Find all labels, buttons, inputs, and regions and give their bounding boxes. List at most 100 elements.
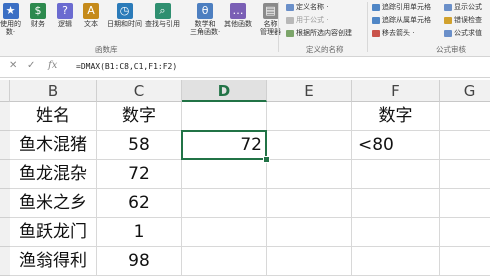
- cell-d5[interactable]: [182, 218, 267, 247]
- cell-value: <80: [358, 135, 394, 155]
- lookup-reference-button[interactable]: ⌕ 查找与引用: [145, 3, 180, 28]
- column-header-b[interactable]: B: [10, 80, 97, 102]
- error-check-icon: [444, 16, 452, 24]
- cell-value: 鱼跃龙门: [19, 222, 87, 242]
- ribbon: ★ 使用的 数· $ 财务? 逻辑 A 文本 ◷ 日期和时间 ⌕ 查找与引用 θ 数学和 三角函数·… 其他函…: [0, 0, 490, 57]
- remove-arrows-button[interactable]: 移去箭头 ·: [372, 28, 414, 38]
- fill-handle[interactable]: [263, 156, 270, 163]
- cell-c1[interactable]: 数字: [97, 102, 182, 131]
- group-label-function-library: 函数库: [95, 45, 118, 54]
- text-button[interactable]: A 文本: [83, 3, 99, 28]
- cell-value: 1: [133, 222, 145, 242]
- cell-b5[interactable]: 鱼跃龙门: [10, 218, 97, 247]
- trace-precedents-button[interactable]: 追踪引用单元格: [372, 2, 431, 12]
- recently-used-button[interactable]: ★ 使用的 数·: [0, 3, 21, 36]
- column-header-f[interactable]: F: [352, 80, 440, 102]
- use-in-formula-button[interactable]: 用于公式 ·: [286, 15, 328, 25]
- trace-arrow-icon: [372, 16, 380, 24]
- formula-icon: [286, 16, 294, 24]
- cell-g1[interactable]: [440, 102, 490, 131]
- cell-f3[interactable]: [352, 160, 440, 189]
- cell-e4[interactable]: [267, 189, 352, 218]
- cell-f5[interactable]: [352, 218, 440, 247]
- cell-b1[interactable]: 姓名: [10, 102, 97, 131]
- cell-e3[interactable]: [267, 160, 352, 189]
- math-trig-button[interactable]: θ 数学和 三角函数·: [190, 3, 220, 36]
- check-icon[interactable]: ✓: [27, 60, 35, 71]
- more-functions-icon: …: [230, 3, 246, 19]
- cell-e6[interactable]: [267, 247, 352, 276]
- cell-value: 72: [240, 135, 262, 155]
- column-header-c[interactable]: C: [97, 80, 182, 102]
- cell-c3[interactable]: 72: [97, 160, 182, 189]
- name-manager-icon: ▤: [262, 3, 279, 19]
- cell-value: 72: [128, 164, 150, 184]
- group-label-formula-auditing: 公式审核: [436, 45, 466, 54]
- cell-c4[interactable]: 62: [97, 189, 182, 218]
- evaluate-icon: [444, 29, 452, 37]
- group-label-defined-names: 定义的名称: [306, 45, 344, 54]
- more-functions-button[interactable]: … 其他函数: [224, 3, 252, 28]
- cell-e5[interactable]: [267, 218, 352, 247]
- cell-g3[interactable]: [440, 160, 490, 189]
- x-icon[interactable]: ✕: [9, 60, 17, 71]
- row-header[interactable]: [0, 189, 10, 218]
- lookup-reference-icon: ⌕: [154, 3, 171, 19]
- cell-b3[interactable]: 鱼龙混杂: [10, 160, 97, 189]
- cell-f2[interactable]: <80: [352, 131, 440, 160]
- cell-value: 62: [128, 193, 150, 213]
- cell-c6[interactable]: 98: [97, 247, 182, 276]
- create-from-selection-button[interactable]: 根据所选内容创建: [286, 28, 352, 38]
- cell-c5[interactable]: 1: [97, 218, 182, 247]
- trace-dependents-button[interactable]: 追踪从属单元格: [372, 15, 431, 25]
- recently-used-icon: ★: [2, 3, 19, 19]
- show-formulas-button[interactable]: 显示公式: [444, 2, 482, 12]
- evaluate-formula-button[interactable]: 公式求值: [444, 28, 482, 38]
- column-header-e[interactable]: E: [267, 80, 352, 102]
- cell-c2[interactable]: 58: [97, 131, 182, 160]
- cell-g5[interactable]: [440, 218, 490, 247]
- insert-function-button[interactable]: fx: [48, 60, 57, 71]
- date-time-button[interactable]: ◷ 日期和时间: [107, 3, 142, 28]
- math-trig-label: 数学和 三角函数·: [190, 20, 221, 36]
- row-header[interactable]: [0, 218, 10, 247]
- cell-b6[interactable]: 渔翁得利: [10, 247, 97, 276]
- financial-button[interactable]: $ 财务: [30, 3, 46, 28]
- cell-f6[interactable]: [352, 247, 440, 276]
- logical-icon: ?: [57, 3, 73, 19]
- cell-d1[interactable]: [182, 102, 267, 131]
- cell-e1[interactable]: [267, 102, 352, 131]
- row-header[interactable]: [0, 102, 10, 131]
- cell-e2[interactable]: [267, 131, 352, 160]
- cell-value: 58: [128, 135, 150, 155]
- cell-g4[interactable]: [440, 189, 490, 218]
- column-header-d[interactable]: D: [182, 80, 267, 102]
- row-header[interactable]: [0, 160, 10, 189]
- cell-b4[interactable]: 鱼米之乡: [10, 189, 97, 218]
- cell-value: 鱼木混猪: [19, 135, 87, 155]
- cell-f1[interactable]: 数字: [352, 102, 440, 131]
- financial-label: 财务: [31, 20, 45, 28]
- cell-f4[interactable]: [352, 189, 440, 218]
- tag-icon: [286, 3, 294, 11]
- cell-d2[interactable]: 72: [182, 131, 267, 160]
- define-name-button[interactable]: 定义名称 ·: [286, 2, 328, 12]
- ribbon-separator: [367, 2, 368, 52]
- cell-d6[interactable]: [182, 247, 267, 276]
- formula-input[interactable]: =DMAX(B1:C8,C1,F1:F2): [76, 62, 177, 71]
- logical-button[interactable]: ? 逻辑: [57, 3, 73, 28]
- error-checking-button[interactable]: 错误检查: [444, 15, 482, 25]
- column-header-g[interactable]: G: [440, 80, 490, 102]
- select-all-corner[interactable]: [0, 80, 10, 102]
- row-header[interactable]: [0, 247, 10, 276]
- cell-d4[interactable]: [182, 189, 267, 218]
- cell-value: 姓名: [36, 106, 70, 126]
- row-header[interactable]: [0, 131, 10, 160]
- cell-g2[interactable]: [440, 131, 490, 160]
- cell-b2[interactable]: 鱼木混猪: [10, 131, 97, 160]
- ribbon-separator: [278, 2, 279, 52]
- cell-d3[interactable]: [182, 160, 267, 189]
- logical-label: 逻辑: [58, 20, 72, 28]
- date-time-icon: ◷: [116, 3, 133, 19]
- cell-g6[interactable]: [440, 247, 490, 276]
